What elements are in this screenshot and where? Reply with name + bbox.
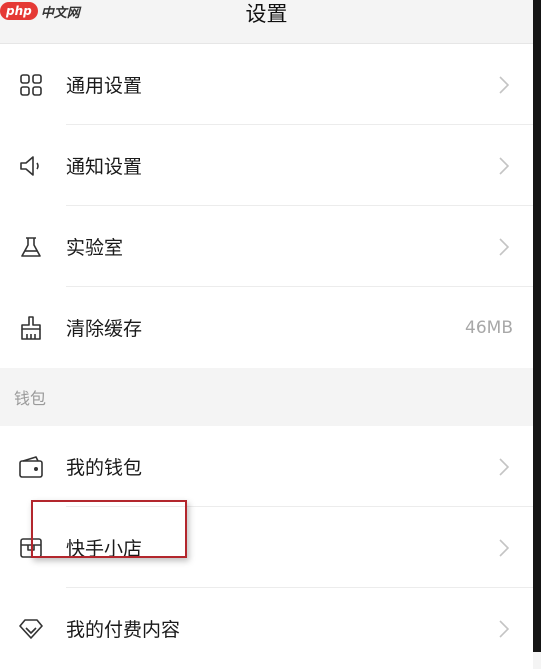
notification-settings-label: 通知设置 bbox=[66, 156, 143, 178]
notification-settings-row[interactable]: 通知设置 bbox=[0, 125, 533, 206]
window-edge bbox=[533, 0, 541, 652]
chevron-right-icon bbox=[499, 237, 510, 256]
paid-content-row[interactable]: 我的付费内容 bbox=[0, 588, 533, 669]
paid-content-label: 我的付费内容 bbox=[66, 619, 181, 641]
general-settings-label: 通用设置 bbox=[66, 75, 143, 97]
highlight-box bbox=[31, 500, 187, 558]
cache-size-value: 46MB bbox=[465, 317, 513, 338]
lab-row[interactable]: 实验室 bbox=[0, 206, 533, 287]
wallet-section-header: 钱包 bbox=[0, 368, 533, 426]
clear-cache-row[interactable]: 清除缓存 46MB bbox=[0, 287, 533, 368]
wallet-icon bbox=[16, 452, 46, 482]
grid-icon bbox=[16, 70, 46, 100]
broom-icon bbox=[16, 313, 46, 343]
chevron-right-icon bbox=[499, 75, 510, 94]
lab-label: 实验室 bbox=[66, 237, 124, 259]
chevron-right-icon bbox=[499, 538, 510, 557]
settings-list: 通用设置 通知设置 实验室 清除缓存 46MB 钱包 我的钱包 快手小店 我的付… bbox=[0, 44, 533, 669]
chevron-right-icon bbox=[499, 619, 510, 638]
my-wallet-row[interactable]: 我的钱包 bbox=[0, 426, 533, 507]
page-title: 设置 bbox=[245, 2, 288, 26]
flask-icon bbox=[16, 232, 46, 262]
diamond-icon bbox=[16, 614, 46, 644]
navigation-bar: php 中文网 设置 bbox=[0, 0, 533, 44]
chevron-right-icon bbox=[499, 156, 510, 175]
my-wallet-label: 我的钱包 bbox=[66, 457, 143, 479]
chevron-right-icon bbox=[499, 457, 510, 476]
clear-cache-label: 清除缓存 bbox=[66, 318, 143, 340]
speaker-icon bbox=[16, 151, 46, 181]
general-settings-row[interactable]: 通用设置 bbox=[0, 44, 533, 125]
